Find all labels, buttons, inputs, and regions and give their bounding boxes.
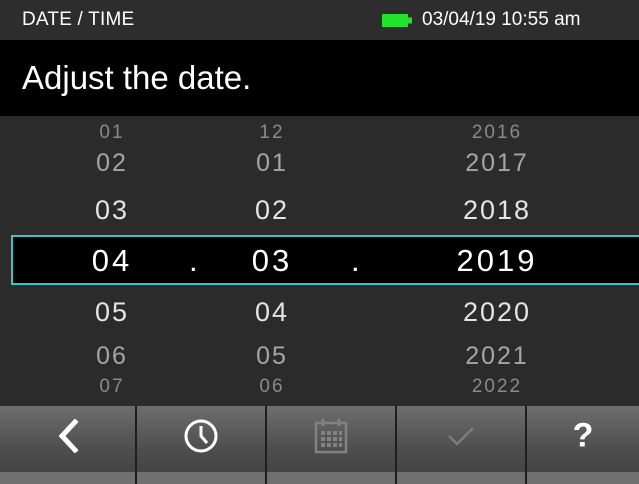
month-option[interactable]: 05: [256, 342, 288, 371]
day-option[interactable]: 02: [96, 149, 128, 178]
day-option[interactable]: 03: [95, 195, 129, 226]
status-datetime: 03/04/19 10:55 am: [422, 9, 581, 30]
day-option[interactable]: 07: [99, 376, 124, 398]
checkmark-icon: [448, 427, 474, 446]
battery-icon: [382, 14, 412, 27]
instruction-banner: Adjust the date.: [0, 40, 639, 116]
button-bar: ?: [0, 406, 639, 484]
question-icon: ?: [572, 416, 594, 455]
status-bar: DATE / TIME 03/04/19 10:55 am: [0, 0, 639, 40]
month-option[interactable]: 06: [259, 376, 284, 398]
selected-day[interactable]: 04: [92, 243, 132, 279]
month-option[interactable]: 01: [256, 149, 288, 178]
back-button[interactable]: [0, 406, 137, 484]
calendar-icon: [314, 419, 348, 454]
time-button[interactable]: [137, 406, 267, 484]
day-option[interactable]: 05: [95, 297, 129, 328]
month-option[interactable]: 04: [255, 297, 289, 328]
year-option[interactable]: 2018: [463, 195, 531, 226]
selected-year[interactable]: 2019: [457, 243, 538, 279]
date-button[interactable]: [267, 406, 397, 484]
help-button[interactable]: ?: [527, 406, 639, 484]
year-option[interactable]: 2020: [463, 297, 531, 328]
selected-month[interactable]: 03: [252, 243, 292, 279]
chevron-left-icon: [58, 419, 79, 453]
month-option[interactable]: 02: [255, 195, 289, 226]
year-option[interactable]: 2016: [472, 122, 522, 144]
date-separator: .: [189, 243, 198, 278]
day-option[interactable]: 01: [99, 122, 124, 144]
confirm-button[interactable]: [397, 406, 527, 484]
year-option[interactable]: 2022: [472, 376, 522, 398]
year-option[interactable]: 2017: [465, 149, 529, 178]
date-separator: .: [351, 243, 360, 278]
month-option[interactable]: 12: [259, 122, 284, 144]
instruction-text: Adjust the date.: [22, 59, 252, 96]
year-option[interactable]: 2021: [465, 342, 529, 371]
screen-title: DATE / TIME: [22, 9, 135, 30]
date-picker[interactable]: 01 02 03 05 06 07 12 01 02 04 05 06 2016…: [0, 116, 639, 406]
day-option[interactable]: 06: [96, 342, 128, 371]
clock-icon: [184, 419, 218, 453]
